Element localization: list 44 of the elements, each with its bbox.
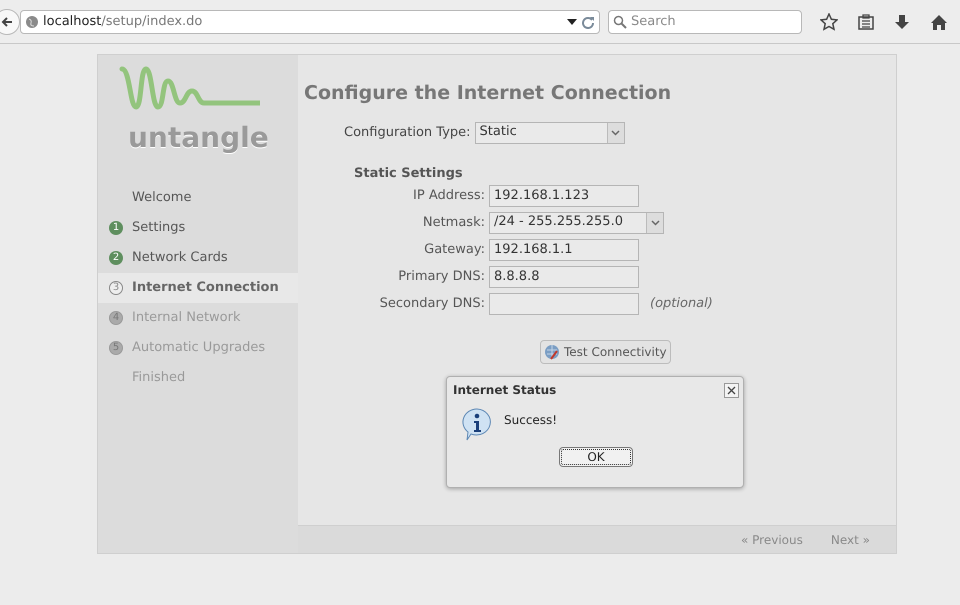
url-field[interactable]: localhost/setup/index.do bbox=[20, 10, 600, 34]
input-field[interactable] bbox=[489, 293, 639, 315]
chevron-down-icon bbox=[650, 220, 660, 226]
wizard-step[interactable]: 3 Internet Connection bbox=[98, 273, 298, 303]
url-text: localhost/setup/index.do bbox=[43, 12, 204, 31]
test-connectivity-button[interactable]: Test Connectivity bbox=[540, 340, 671, 364]
field-label: Netmask: bbox=[422, 214, 485, 232]
back-button[interactable] bbox=[0, 8, 20, 34]
search-field[interactable]: Search bbox=[608, 10, 802, 34]
netmask-select[interactable]: /24 - 255.255.255.0 bbox=[489, 212, 664, 234]
dialog-message: Success! bbox=[504, 412, 558, 429]
wizard-step[interactable]: 1 Settings bbox=[98, 213, 298, 243]
input-field[interactable]: 192.168.1.1 bbox=[489, 239, 639, 261]
input-field[interactable]: 8.8.8.8 bbox=[489, 266, 639, 288]
download-icon[interactable] bbox=[894, 14, 910, 30]
field-label: Primary DNS: bbox=[397, 268, 485, 286]
chevron-down-icon bbox=[611, 130, 620, 136]
close-icon bbox=[727, 386, 736, 394]
step-number: 2 bbox=[109, 251, 123, 265]
dialog-title: Internet Status bbox=[453, 382, 556, 399]
clipboard-icon[interactable] bbox=[858, 14, 874, 30]
optional-note: (optional) bbox=[650, 295, 713, 314]
field-label: Gateway: bbox=[423, 241, 485, 260]
dropdown-icon[interactable] bbox=[567, 18, 577, 26]
back-arrow-icon bbox=[1, 16, 13, 28]
field-label: IP Address: bbox=[412, 187, 485, 206]
configuration-type-select[interactable]: Static bbox=[474, 122, 625, 144]
close-button[interactable] bbox=[724, 382, 739, 398]
wizard-step[interactable]: 2 Network Cards bbox=[98, 243, 298, 273]
search-icon bbox=[613, 14, 627, 28]
section-title: Static Settings bbox=[354, 164, 464, 182]
wizard-step[interactable]: Welcome bbox=[98, 183, 298, 213]
search-input[interactable]: Search bbox=[631, 12, 797, 32]
info-icon bbox=[460, 407, 494, 441]
step-number: 1 bbox=[109, 221, 123, 235]
logo-wordmark: untangle bbox=[128, 120, 269, 156]
star-icon[interactable] bbox=[820, 12, 838, 30]
home-icon[interactable] bbox=[930, 14, 948, 30]
page-title: Configure the Internet Connection bbox=[304, 81, 672, 106]
field-label: Secondary DNS: bbox=[378, 295, 485, 314]
field-label: Configuration Type: bbox=[344, 124, 471, 142]
ok-button[interactable]: OK bbox=[559, 447, 633, 467]
step-number: 3 bbox=[109, 281, 123, 295]
input-field[interactable]: 192.168.1.123 bbox=[489, 185, 639, 207]
